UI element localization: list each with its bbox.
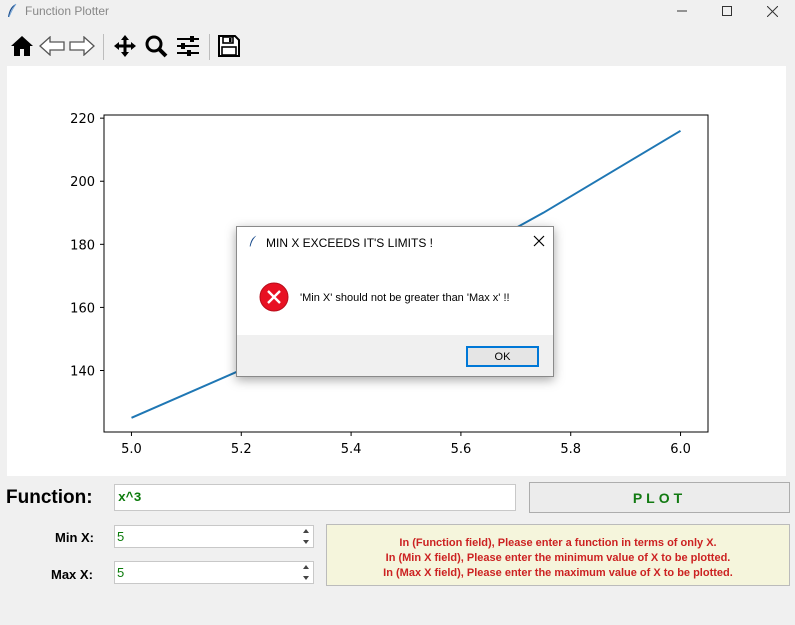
function-input[interactable]: x^3 xyxy=(114,484,516,511)
window-title: Function Plotter xyxy=(25,4,110,18)
home-icon xyxy=(11,36,33,56)
close-icon xyxy=(766,5,778,17)
triangle-up-icon xyxy=(303,565,309,569)
error-dialog: MIN X EXCEEDS IT'S LIMITS ! 'Min X' shou… xyxy=(236,226,554,377)
instruction-line: In (Min X field), Please enter the minim… xyxy=(385,552,731,564)
x-tick-label: 5.0 xyxy=(121,442,142,457)
triangle-down-icon xyxy=(303,540,309,544)
feather-icon xyxy=(8,3,17,18)
x-tick-label: 5.6 xyxy=(451,442,472,457)
spin-down-button[interactable] xyxy=(300,537,312,547)
maximize-icon xyxy=(722,6,732,16)
title-bar: Function Plotter xyxy=(0,0,795,22)
y-tick-label: 220 xyxy=(70,112,95,127)
maximize-button[interactable] xyxy=(704,0,750,22)
back-arrow-icon xyxy=(39,36,65,56)
max-x-spinbox[interactable]: 5 xyxy=(114,561,314,584)
plot-button[interactable]: PLOT xyxy=(529,482,790,513)
max-x-arrows xyxy=(299,562,313,583)
save-icon xyxy=(218,35,240,57)
spin-up-button[interactable] xyxy=(300,562,312,572)
pan-button[interactable] xyxy=(111,32,139,60)
dialog-message: 'Min X' should not be greater than 'Max … xyxy=(300,292,510,304)
back-button[interactable] xyxy=(38,32,66,60)
error-icon xyxy=(259,282,289,312)
y-tick-label: 160 xyxy=(70,301,95,316)
triangle-up-icon xyxy=(303,529,309,533)
spin-down-button[interactable] xyxy=(300,573,312,583)
max-x-value[interactable]: 5 xyxy=(117,565,124,580)
sliders-icon xyxy=(177,36,199,56)
ok-button[interactable]: OK xyxy=(466,346,539,367)
dialog-title: MIN X EXCEEDS IT'S LIMITS ! xyxy=(266,236,433,250)
x-tick-label: 6.0 xyxy=(670,442,691,457)
close-icon xyxy=(533,235,545,247)
minimize-button[interactable] xyxy=(659,0,705,22)
y-tick-label: 200 xyxy=(70,175,95,190)
zoom-button[interactable] xyxy=(142,32,170,60)
toolbar-separator xyxy=(103,34,104,60)
instruction-line: In (Max X field), Please enter the maxim… xyxy=(383,567,733,579)
min-x-spinbox[interactable]: 5 xyxy=(114,525,314,548)
navigation-toolbar xyxy=(0,30,795,64)
x-tick-label: 5.2 xyxy=(231,442,252,457)
instruction-line: In (Function field), Please enter a func… xyxy=(399,537,717,549)
toolbar-separator xyxy=(209,34,210,60)
dialog-close-button[interactable] xyxy=(531,233,547,249)
y-tick-label: 140 xyxy=(70,364,95,379)
magnifier-icon xyxy=(145,35,168,58)
y-tick-label: 180 xyxy=(70,238,95,253)
save-button[interactable] xyxy=(215,32,243,60)
min-x-label: Min X: xyxy=(55,530,94,545)
x-tick-label: 5.4 xyxy=(341,442,362,457)
forward-arrow-icon xyxy=(69,36,95,56)
feather-icon xyxy=(249,235,257,247)
function-label: Function: xyxy=(6,487,93,508)
minimize-icon xyxy=(677,10,687,12)
min-x-arrows xyxy=(299,526,313,547)
max-x-label: Max X: xyxy=(51,567,93,582)
move-icon xyxy=(114,35,136,57)
configure-subplots-button[interactable] xyxy=(174,32,202,60)
home-button[interactable] xyxy=(8,32,36,60)
close-button[interactable] xyxy=(749,0,795,22)
instructions-panel: In (Function field), Please enter a func… xyxy=(326,524,790,586)
triangle-down-icon xyxy=(303,576,309,580)
forward-button[interactable] xyxy=(68,32,96,60)
x-tick-label: 5.8 xyxy=(560,442,581,457)
spin-up-button[interactable] xyxy=(300,526,312,536)
min-x-value[interactable]: 5 xyxy=(117,529,124,544)
